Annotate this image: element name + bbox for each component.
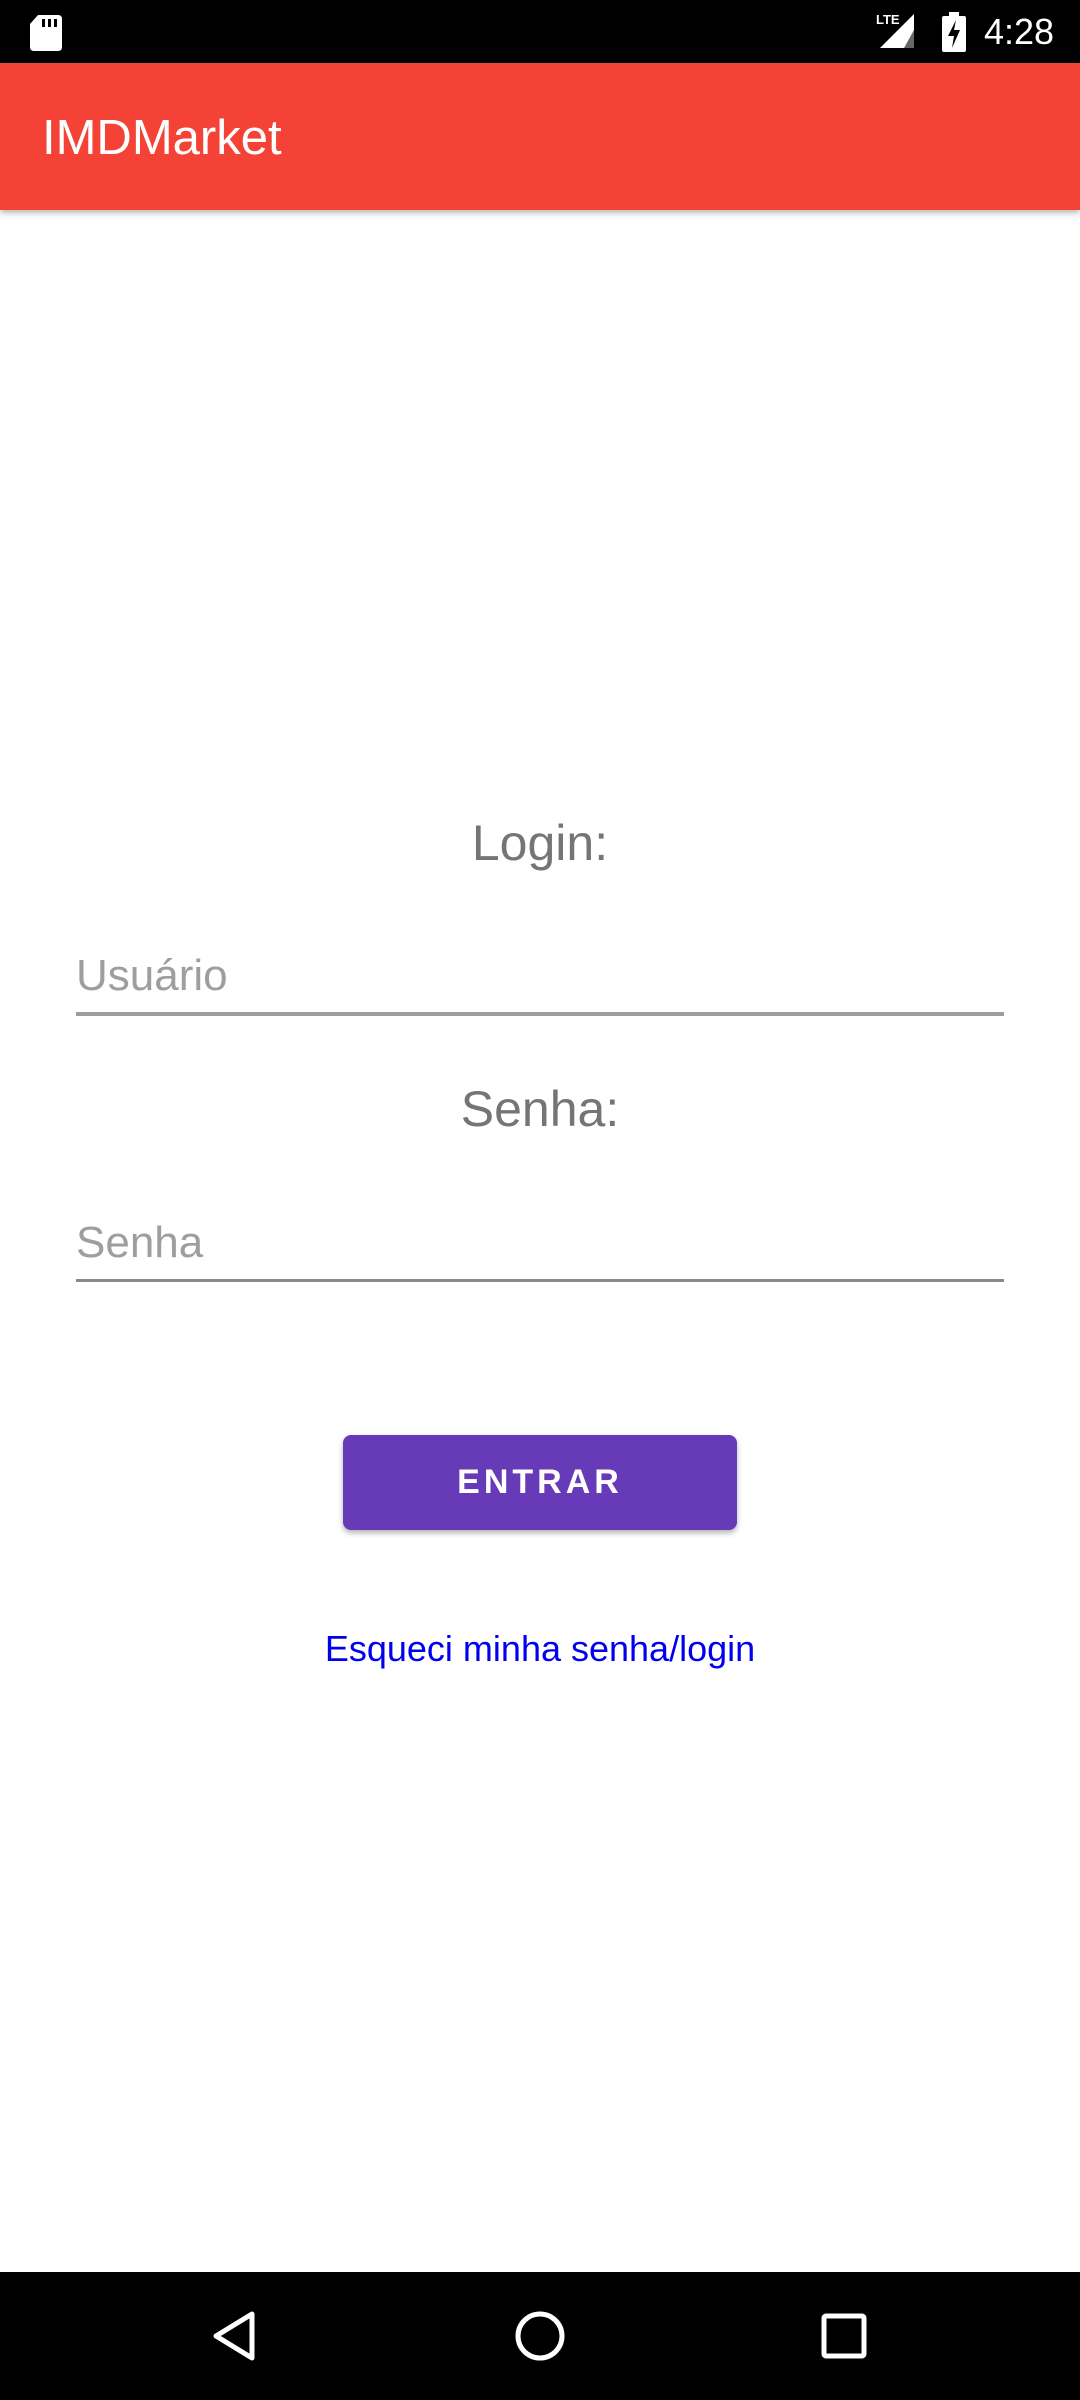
password-label: Senha: (460, 1081, 620, 1137)
login-label: Login: (471, 815, 609, 871)
svg-text:LTE: LTE (876, 12, 900, 27)
navigation-bar (0, 2272, 1080, 2400)
status-time: 4:28 (984, 11, 1055, 52)
back-icon[interactable] (204, 2304, 268, 2368)
battery-charging-icon (942, 12, 966, 52)
status-bar: LTE 4:28 (0, 0, 1080, 63)
sd-card-icon (30, 15, 62, 51)
home-icon[interactable] (508, 2304, 572, 2368)
lte-signal-icon: LTE (876, 12, 914, 48)
login-button[interactable]: ENTRAR (343, 1435, 737, 1530)
password-input[interactable] (76, 1207, 1004, 1282)
forgot-password-link[interactable]: Esqueci minha senha/login (0, 1628, 1080, 1670)
app-bar: IMDMarket (0, 63, 1080, 210)
app-title: IMDMarket (42, 111, 282, 165)
recents-icon[interactable] (812, 2304, 876, 2368)
username-input[interactable] (76, 940, 1004, 1016)
